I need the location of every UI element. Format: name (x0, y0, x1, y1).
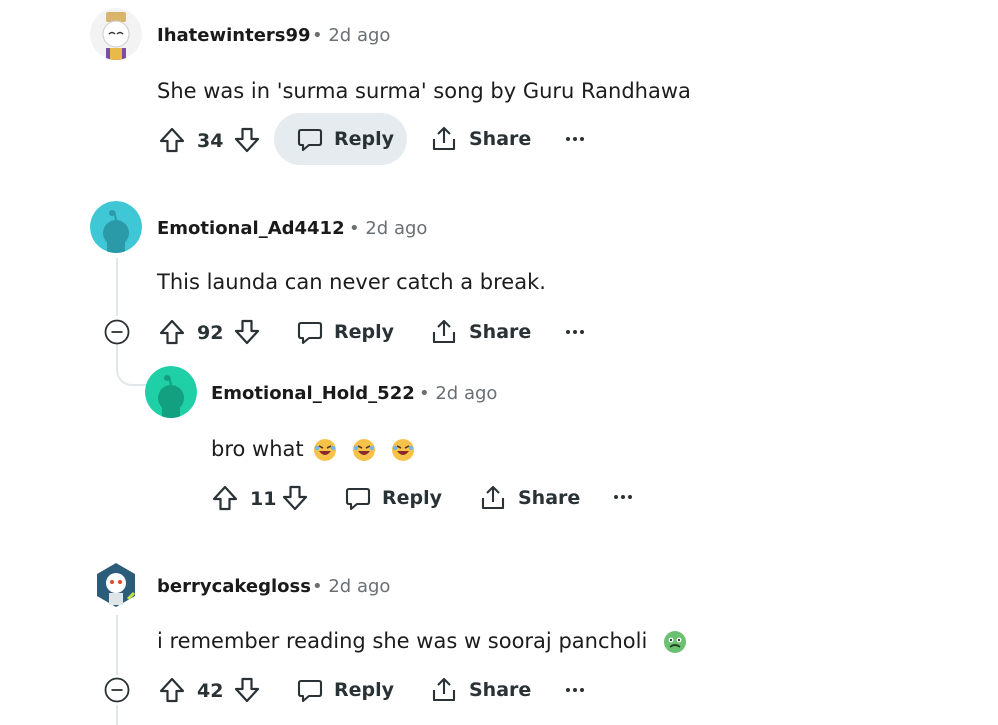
thread-line (116, 615, 118, 675)
upvote-icon[interactable] (158, 126, 186, 154)
timestamp: • 2d ago (349, 218, 428, 239)
share-icon (432, 126, 456, 151)
username[interactable]: berrycakegloss (157, 576, 311, 597)
collapse-icon[interactable] (104, 319, 130, 345)
more-icon[interactable] (611, 489, 635, 505)
collapse-icon[interactable] (104, 677, 130, 703)
more-icon[interactable] (563, 682, 587, 698)
reply-button[interactable]: Reply (274, 113, 407, 165)
reply-button[interactable]: Reply (296, 664, 394, 716)
downvote-icon[interactable] (233, 318, 261, 346)
share-icon (432, 677, 456, 702)
username[interactable]: Emotional_Hold_522 (211, 383, 415, 404)
downvote-icon[interactable] (233, 126, 261, 154)
share-icon (481, 485, 505, 510)
comment-body: This launda can never catch a break. (157, 270, 546, 294)
share-button[interactable]: Share (430, 113, 531, 165)
share-button[interactable]: Share (430, 664, 531, 716)
reply-icon (297, 321, 323, 345)
upvote-icon[interactable] (158, 318, 186, 346)
reply-label: Reply (334, 128, 395, 150)
vote-count: 42 (197, 680, 224, 702)
more-icon[interactable] (563, 324, 587, 340)
laughing-emoji-icon (353, 439, 375, 461)
downvote-icon[interactable] (233, 676, 261, 704)
thread-branch (116, 344, 148, 386)
thread-line (116, 705, 118, 725)
vote-count: 34 (197, 130, 224, 152)
avatar[interactable] (145, 366, 197, 418)
share-button[interactable]: Share (479, 472, 580, 524)
vote-count: 11 (250, 488, 277, 510)
share-label: Share (469, 321, 532, 343)
reply-icon (297, 128, 323, 152)
upvote-icon[interactable] (211, 484, 239, 512)
timestamp: • 2d ago (312, 25, 391, 46)
share-label: Share (469, 128, 532, 150)
avatar[interactable] (90, 8, 142, 60)
timestamp: • 2d ago (312, 576, 391, 597)
avatar[interactable] (90, 201, 142, 253)
reply-icon (297, 679, 323, 703)
nauseated-emoji-icon (664, 631, 687, 653)
downvote-icon[interactable] (281, 484, 309, 512)
more-icon[interactable] (563, 131, 587, 147)
share-button[interactable]: Share (430, 306, 531, 358)
avatar[interactable] (90, 559, 142, 611)
thread-line (116, 258, 118, 316)
reply-label: Reply (334, 679, 395, 701)
share-icon (432, 319, 456, 344)
reply-icon (345, 487, 371, 511)
laughing-emoji-icon (314, 439, 337, 461)
share-label: Share (518, 487, 581, 509)
reply-label: Reply (334, 321, 395, 343)
username[interactable]: Ihatewinters99 (157, 25, 311, 46)
share-label: Share (469, 679, 532, 701)
reply-button[interactable]: Reply (344, 472, 442, 524)
timestamp: • 2d ago (419, 383, 498, 404)
laughing-emoji-icon (391, 439, 414, 461)
vote-count: 92 (197, 322, 224, 344)
comment-body: She was in 'surma surma' song by Guru Ra… (157, 79, 691, 103)
comment-body: i remember reading she was w sooraj panc… (157, 629, 688, 655)
comment-body: bro what (211, 437, 416, 463)
upvote-icon[interactable] (158, 676, 186, 704)
reply-label: Reply (382, 487, 443, 509)
username[interactable]: Emotional_Ad4412 (157, 218, 345, 239)
reply-button[interactable]: Reply (296, 306, 394, 358)
